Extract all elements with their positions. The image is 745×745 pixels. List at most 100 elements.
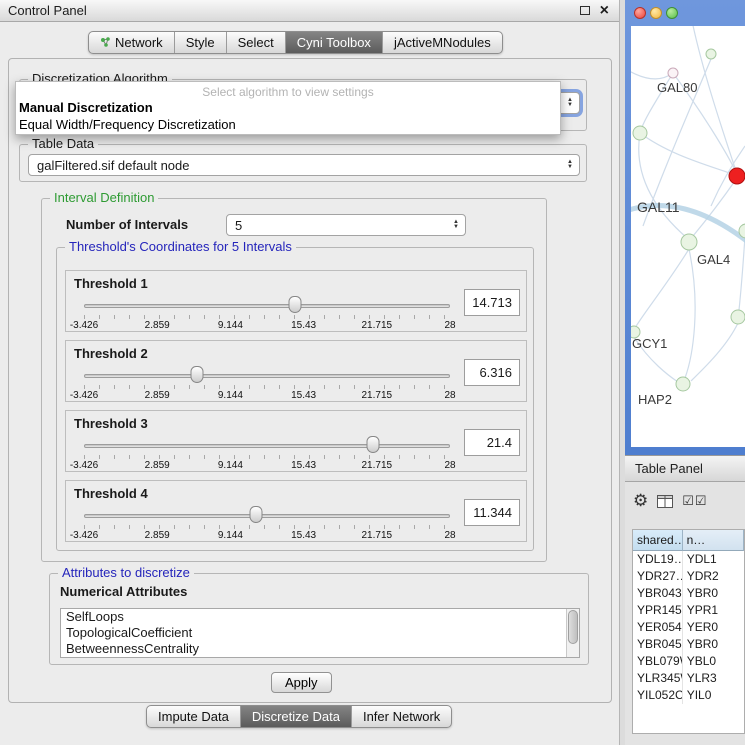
threshold-2-box: Threshold 2 -3.426 2.859 9.144 15.43 21.… <box>65 340 527 402</box>
thresholds-coordinates-group: Threshold's Coordinates for 5 Intervals … <box>56 247 534 551</box>
control-panel-window: Control Panel × Network Style Select Cyn… <box>0 0 620 745</box>
tab-jactivemnodules[interactable]: jActiveMNodules <box>382 32 502 53</box>
threshold-4-slider[interactable]: -3.426 2.859 9.144 15.43 21.715 28 <box>84 505 450 541</box>
columns-icon[interactable] <box>657 495 673 508</box>
slider-track[interactable] <box>84 444 450 448</box>
list-item-topologicalcoefficient[interactable]: TopologicalCoefficient <box>61 625 579 641</box>
table-row[interactable]: YIL052CYIL0 <box>633 687 744 704</box>
table-row[interactable]: YDR27…YDR2 <box>633 568 744 585</box>
threshold-3-value-field[interactable]: 21.4 <box>464 429 520 456</box>
number-of-intervals-combobox[interactable]: 5 ▲ ▼ <box>226 214 466 236</box>
numerical-attributes-list: SelfLoops TopologicalCoefficient Between… <box>60 608 580 658</box>
tick-label: -3.426 <box>70 530 98 541</box>
slider-track[interactable] <box>84 514 450 518</box>
threshold-1-label: Threshold 1 <box>74 276 148 291</box>
network-node[interactable] <box>668 68 678 78</box>
table-row[interactable]: YPR145WYPR1 <box>633 602 744 619</box>
tab-cyni-toolbox[interactable]: Cyni Toolbox <box>285 32 382 53</box>
interval-definition-title: Interval Definition <box>50 191 158 205</box>
network-node-label: GAL80 <box>657 80 697 95</box>
tab-infer-network[interactable]: Infer Network <box>351 706 451 727</box>
network-node[interactable] <box>681 234 697 250</box>
slider-thumb[interactable] <box>367 436 380 453</box>
tab-discretize-data[interactable]: Discretize Data <box>240 706 351 727</box>
window-title: Control Panel <box>8 3 87 18</box>
network-canvas[interactable]: GAL80 GAL11 GAL4 GCY1 HAP2 <box>631 26 745 447</box>
zoom-traffic-light-icon[interactable] <box>666 7 678 19</box>
table-row[interactable]: YER054CYER0 <box>633 619 744 636</box>
slider-tick-labels: -3.426 2.859 9.144 15.43 21.715 28 <box>84 460 450 471</box>
close-traffic-light-icon[interactable] <box>634 7 646 19</box>
network-node[interactable] <box>676 377 690 391</box>
table-row[interactable]: YBR045CYBR0 <box>633 636 744 653</box>
network-node[interactable] <box>633 126 647 140</box>
tick-label: 9.144 <box>218 530 243 541</box>
close-window-icon[interactable]: × <box>600 5 609 17</box>
slider-tick-labels: -3.426 2.859 9.144 15.43 21.715 28 <box>84 320 450 331</box>
apply-button[interactable]: Apply <box>271 672 332 693</box>
table-row[interactable]: YDL19…YDL1 <box>633 551 744 568</box>
combo-stepper-icon: ▲ ▼ <box>567 160 573 170</box>
float-window-icon[interactable] <box>580 6 590 15</box>
network-node-selected[interactable] <box>729 168 745 184</box>
tick-label: -3.426 <box>70 460 98 471</box>
table-row[interactable]: YBL079WYBL0 <box>633 653 744 670</box>
tab-style[interactable]: Style <box>174 32 226 53</box>
threshold-2-slider[interactable]: -3.426 2.859 9.144 15.43 21.715 28 <box>84 365 450 401</box>
column-header-name[interactable]: n… <box>683 530 744 551</box>
network-node[interactable] <box>706 49 716 59</box>
table-data-combobox[interactable]: galFiltered.sif default node ▲ ▼ <box>28 154 580 176</box>
control-panel-tab-bar: Network Style Select Cyni Toolbox jActiv… <box>88 31 503 54</box>
network-node[interactable] <box>731 310 745 324</box>
slider-thumb[interactable] <box>289 296 302 313</box>
interval-definition-group: Interval Definition Number of Intervals … <box>41 198 547 562</box>
threshold-2-label: Threshold 2 <box>74 346 148 361</box>
table-data-group: Table Data galFiltered.sif default node … <box>19 144 587 182</box>
tick-label: 21.715 <box>362 460 393 471</box>
tick-label: 2.859 <box>145 320 170 331</box>
select-rows-checkboxes-icon[interactable]: ☑☑ <box>682 493 707 509</box>
threshold-1-slider[interactable]: -3.426 2.859 9.144 15.43 21.715 28 <box>84 295 450 331</box>
threshold-4-value-field[interactable]: 11.344 <box>464 499 520 526</box>
table-panel: ⚙ ☑☑ shared… n… YDL19…YDL1 YDR27…YDR2 YB… <box>625 482 745 745</box>
list-scrollbar[interactable] <box>566 609 579 657</box>
column-header-shared-name[interactable]: shared… <box>633 530 683 551</box>
popup-item-equal-width-frequency[interactable]: Equal Width/Frequency Discretization <box>16 116 560 133</box>
thresholds-coordinates-title: Threshold's Coordinates for 5 Intervals <box>65 240 296 254</box>
table-row[interactable]: YBR043CYBR0 <box>633 585 744 602</box>
list-item-betweennesscentrality[interactable]: BetweennessCentrality <box>61 641 579 657</box>
control-panel-titlebar[interactable]: Control Panel × <box>0 0 619 22</box>
tick-label: 15.43 <box>291 460 316 471</box>
table-panel-titlebar[interactable]: Table Panel <box>625 455 745 482</box>
slider-track[interactable] <box>84 304 450 308</box>
window-traffic-lights <box>634 7 678 19</box>
threshold-1-value-field[interactable]: 14.713 <box>464 289 520 316</box>
threshold-3-label: Threshold 3 <box>74 416 148 431</box>
scrollbar-thumb[interactable] <box>568 610 578 644</box>
slider-thumb[interactable] <box>250 506 263 523</box>
threshold-1-box: Threshold 1 -3.426 2.859 9.144 15.43 21.… <box>65 270 527 332</box>
slider-ticks <box>84 455 450 459</box>
table-row[interactable]: YLR345WYLR3 <box>633 670 744 687</box>
gear-icon[interactable]: ⚙ <box>633 492 648 510</box>
table-data-title: Table Data <box>28 137 98 151</box>
table-data-value: galFiltered.sif default node <box>37 158 189 173</box>
tab-impute-data[interactable]: Impute Data <box>147 706 240 727</box>
tab-network[interactable]: Network <box>89 32 174 53</box>
tick-label: 15.43 <box>291 390 316 401</box>
slider-track[interactable] <box>84 374 450 378</box>
tick-label: 2.859 <box>145 460 170 471</box>
list-item-selfloops[interactable]: SelfLoops <box>61 609 579 625</box>
tab-select[interactable]: Select <box>226 32 285 53</box>
threshold-3-slider[interactable]: -3.426 2.859 9.144 15.43 21.715 28 <box>84 435 450 471</box>
node-table: shared… n… YDL19…YDL1 YDR27…YDR2 YBR043C… <box>632 529 745 734</box>
popup-item-manual-discretization[interactable]: Manual Discretization <box>16 99 560 116</box>
minimize-traffic-light-icon[interactable] <box>650 7 662 19</box>
threshold-2-value-field[interactable]: 6.316 <box>464 359 520 386</box>
slider-thumb[interactable] <box>191 366 204 383</box>
tab-network-label: Network <box>115 35 163 50</box>
network-node-label: HAP2 <box>638 392 672 407</box>
tick-label: 9.144 <box>218 460 243 471</box>
tick-label: 21.715 <box>362 530 393 541</box>
number-of-intervals-label: Number of Intervals <box>66 217 188 232</box>
